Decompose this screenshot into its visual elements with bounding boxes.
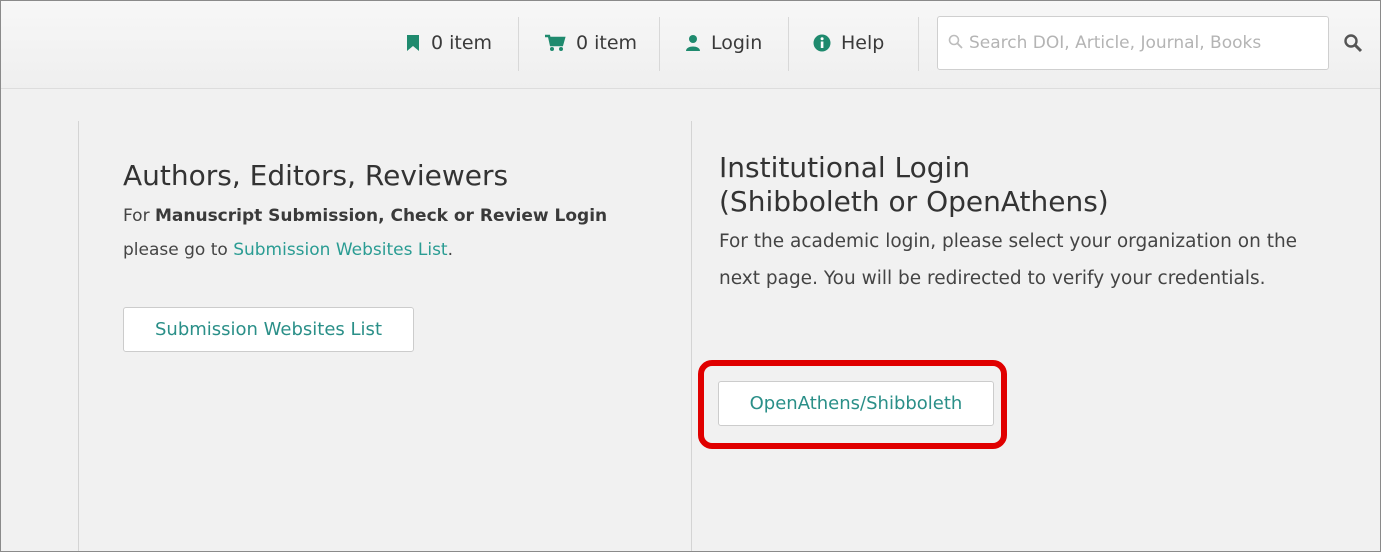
page-frame: 0 item 0 item Login Help Search DOI, Art… <box>0 0 1381 552</box>
submission-websites-button[interactable]: Submission Websites List <box>123 307 414 352</box>
authors-text-suffix: . <box>447 240 453 260</box>
submission-websites-link[interactable]: Submission Websites List <box>233 240 447 260</box>
column-divider-left <box>78 121 79 551</box>
institutional-login-section: Institutional Login (Shibboleth or OpenA… <box>719 151 1359 297</box>
authors-text-prefix: For <box>123 206 155 226</box>
divider <box>788 17 789 71</box>
cart-link[interactable]: 0 item <box>544 15 637 71</box>
cart-count: 0 item <box>576 32 638 54</box>
divider <box>659 17 660 71</box>
search-input[interactable] <box>969 33 1328 53</box>
institutional-login-title: Institutional Login (Shibboleth or OpenA… <box>719 151 1359 219</box>
authors-description: For Manuscript Submission, Check or Revi… <box>123 199 643 267</box>
institutional-login-description: For the academic login, please select yo… <box>719 231 1298 289</box>
search-icon <box>1343 33 1363 57</box>
help-link[interactable]: Help <box>813 15 884 71</box>
institutional-login-title-line1: Institutional Login <box>719 151 971 184</box>
divider <box>918 17 919 71</box>
authors-text-bold: Manuscript Submission, Check or Review L… <box>154 206 608 226</box>
help-label: Help <box>841 32 885 54</box>
login-label: Login <box>711 32 763 54</box>
authors-text-mid: please go to <box>123 240 234 260</box>
bookmark-icon <box>405 34 421 52</box>
divider <box>518 17 519 71</box>
user-icon <box>685 34 701 52</box>
bookmarks-count: 0 item <box>431 32 493 54</box>
info-circle-icon <box>813 34 831 52</box>
top-bar: 0 item 0 item Login Help Search DOI, Art… <box>1 1 1380 89</box>
authors-section: Authors, Editors, Reviewers For Manuscri… <box>123 151 643 267</box>
search-button[interactable] <box>1339 31 1367 59</box>
login-link[interactable]: Login <box>685 15 762 71</box>
search-box[interactable] <box>937 16 1329 70</box>
column-divider-middle <box>691 121 692 551</box>
authors-title: Authors, Editors, Reviewers <box>123 159 509 192</box>
search-field-icon <box>948 34 963 53</box>
cart-icon <box>544 34 566 52</box>
bookmarks-link[interactable]: 0 item <box>405 15 492 71</box>
highlight-box <box>698 360 1007 449</box>
institutional-login-title-line2: (Shibboleth or OpenAthens) <box>719 185 1109 218</box>
